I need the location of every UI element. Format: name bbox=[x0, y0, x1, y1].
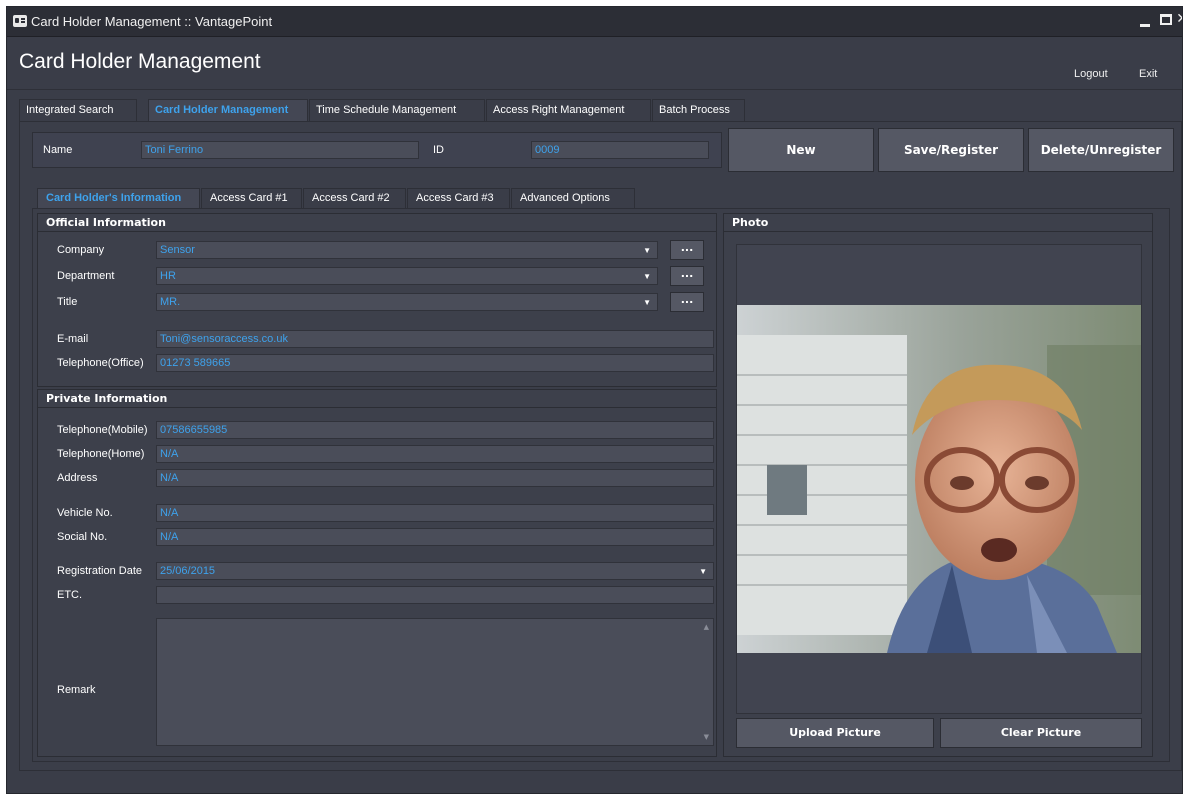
department-dropdown[interactable]: HR ▼ bbox=[156, 267, 658, 285]
office-phone-label: Telephone(Office) bbox=[57, 357, 144, 369]
title-label: Title bbox=[57, 296, 78, 308]
email-field[interactable]: Toni@sensoraccess.co.uk bbox=[156, 330, 714, 348]
mobile-phone-field[interactable]: 07586655985 bbox=[156, 421, 714, 439]
registration-date-value: 25/06/2015 bbox=[160, 565, 216, 577]
card-holder-info-panel: Official Information Company Sensor ▼ ..… bbox=[32, 208, 1170, 762]
remark-textarea[interactable]: ▲ ▼ bbox=[156, 618, 714, 746]
card-holder-photo bbox=[737, 305, 1141, 653]
app-window: Card Holder Management :: VantagePoint ✕… bbox=[6, 6, 1183, 794]
maximize-icon[interactable] bbox=[1160, 14, 1172, 25]
tab-card-holder-information[interactable]: Card Holder's Information bbox=[37, 188, 200, 208]
photo-frame bbox=[736, 244, 1142, 714]
remark-label: Remark bbox=[57, 684, 96, 696]
window-title: Card Holder Management :: VantagePoint bbox=[31, 14, 273, 29]
save-register-button[interactable]: Save/Register bbox=[878, 128, 1024, 172]
tab-access-right-management[interactable]: Access Right Management bbox=[486, 99, 651, 121]
tab-access-card-3[interactable]: Access Card #3 bbox=[407, 188, 510, 208]
exit-link[interactable]: Exit bbox=[1139, 68, 1157, 80]
scroll-up-icon[interactable]: ▲ bbox=[704, 623, 709, 631]
tab-card-holder-management[interactable]: Card Holder Management bbox=[148, 99, 308, 121]
private-information-title: Private Information bbox=[38, 390, 716, 408]
etc-field[interactable] bbox=[156, 586, 714, 604]
tab-time-schedule-management[interactable]: Time Schedule Management bbox=[309, 99, 485, 121]
page-header: Card Holder Management Logout Exit bbox=[7, 38, 1182, 90]
company-browse-button[interactable]: ... bbox=[670, 240, 704, 260]
company-dropdown[interactable]: Sensor ▼ bbox=[156, 241, 658, 259]
department-browse-button[interactable]: ... bbox=[670, 266, 704, 286]
name-field[interactable]: Toni Ferrino bbox=[141, 141, 419, 159]
vehicle-no-label: Vehicle No. bbox=[57, 507, 113, 519]
address-label: Address bbox=[57, 472, 98, 484]
delete-unregister-button[interactable]: Delete/Unregister bbox=[1028, 128, 1174, 172]
triangle-down-icon: ▼ bbox=[643, 298, 651, 307]
title-dropdown[interactable]: MR. ▼ bbox=[156, 293, 658, 311]
title-browse-button[interactable]: ... bbox=[670, 292, 704, 312]
social-no-field[interactable]: N/A bbox=[156, 528, 714, 546]
name-label: Name bbox=[43, 144, 73, 156]
logout-link[interactable]: Logout bbox=[1074, 68, 1108, 80]
tab-batch-process[interactable]: Batch Process bbox=[652, 99, 745, 121]
vehicle-no-field[interactable]: N/A bbox=[156, 504, 714, 522]
triangle-down-icon: ▼ bbox=[643, 272, 651, 281]
department-value: HR bbox=[160, 270, 176, 282]
office-phone-field[interactable]: 01273 589665 bbox=[156, 354, 714, 372]
company-label: Company bbox=[57, 244, 105, 256]
id-card-icon bbox=[13, 15, 27, 27]
triangle-down-icon: ▼ bbox=[643, 246, 651, 255]
page-title: Card Holder Management bbox=[19, 50, 261, 73]
official-information-group: Official Information Company Sensor ▼ ..… bbox=[37, 213, 717, 387]
card-holder-panel: Name Toni Ferrino ID 0009 New Save/Regis… bbox=[19, 121, 1182, 771]
private-information-group: Private Information Telephone(Mobile) 07… bbox=[37, 389, 717, 757]
tab-access-card-1[interactable]: Access Card #1 bbox=[201, 188, 302, 208]
clear-picture-button[interactable]: Clear Picture bbox=[940, 718, 1142, 748]
email-label: E-mail bbox=[57, 333, 89, 345]
home-phone-label: Telephone(Home) bbox=[57, 448, 145, 460]
title-value: MR. bbox=[160, 296, 181, 308]
social-no-label: Social No. bbox=[57, 531, 108, 543]
scroll-down-icon[interactable]: ▼ bbox=[704, 733, 709, 741]
tab-integrated-search[interactable]: Integrated Search bbox=[19, 99, 137, 121]
home-phone-field[interactable]: N/A bbox=[156, 445, 714, 463]
mobile-phone-label: Telephone(Mobile) bbox=[57, 424, 148, 436]
registration-date-label: Registration Date bbox=[57, 565, 142, 577]
company-value: Sensor bbox=[160, 244, 195, 256]
photo-title: Photo bbox=[724, 214, 1152, 232]
upload-picture-button[interactable]: Upload Picture bbox=[736, 718, 934, 748]
triangle-down-icon: ▼ bbox=[699, 567, 707, 576]
name-id-bar: Name Toni Ferrino ID 0009 bbox=[32, 132, 722, 168]
title-bar[interactable]: Card Holder Management :: VantagePoint ✕ bbox=[7, 7, 1182, 37]
etc-label: ETC. bbox=[57, 589, 83, 601]
address-field[interactable]: N/A bbox=[156, 469, 714, 487]
id-field[interactable]: 0009 bbox=[531, 141, 709, 159]
tab-access-card-2[interactable]: Access Card #2 bbox=[303, 188, 406, 208]
official-information-title: Official Information bbox=[38, 214, 716, 232]
new-button[interactable]: New bbox=[728, 128, 874, 172]
photo-group: Photo Upload Picture Clear Picture bbox=[723, 213, 1153, 757]
tab-advanced-options[interactable]: Advanced Options bbox=[511, 188, 635, 208]
minimize-icon[interactable] bbox=[1138, 12, 1152, 30]
registration-date-picker[interactable]: 25/06/2015 ▼ bbox=[156, 562, 714, 580]
close-icon[interactable]: ✕ bbox=[1176, 11, 1182, 27]
id-label: ID bbox=[433, 144, 444, 156]
department-label: Department bbox=[57, 270, 115, 282]
